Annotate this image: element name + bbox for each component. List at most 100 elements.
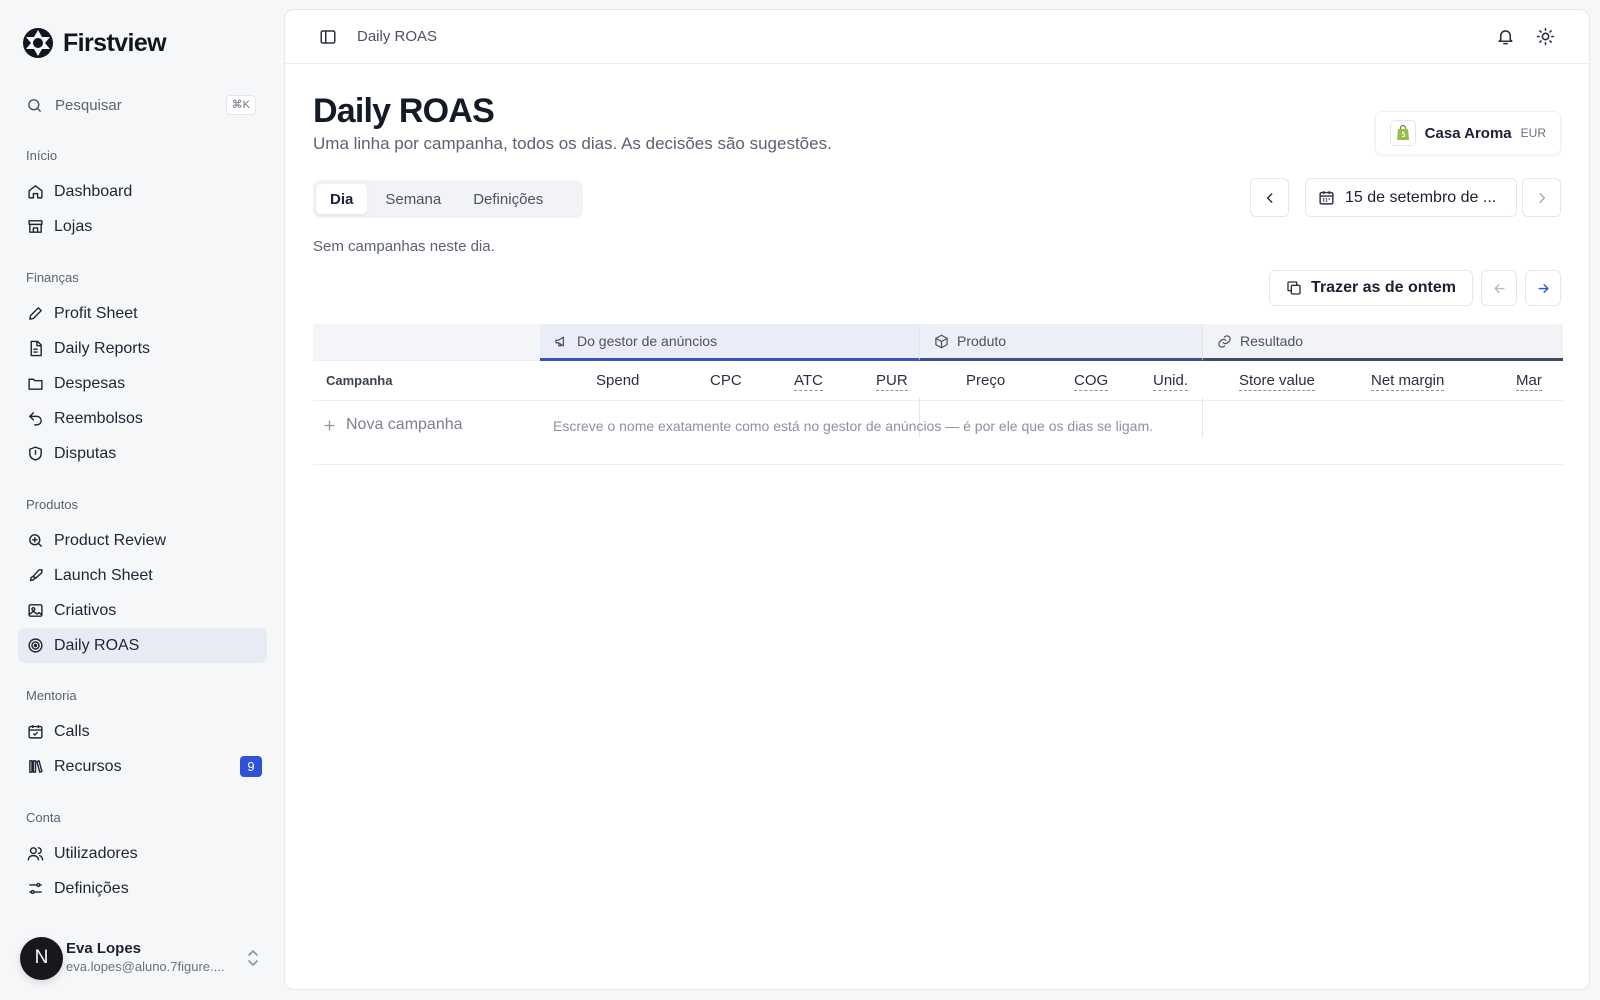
sidebar-item-daily-roas[interactable]: Daily ROAS — [18, 628, 267, 663]
user-email: eva.lopes@aluno.7figure.... — [66, 959, 225, 974]
library-icon — [26, 758, 44, 776]
next-day-button[interactable] — [1522, 178, 1561, 217]
arrow-right-icon — [1536, 281, 1551, 296]
copy-yesterday-button[interactable]: Trazer as de ontem — [1269, 270, 1473, 306]
pencil-icon — [26, 305, 44, 323]
store-name: Casa Aroma — [1424, 124, 1512, 142]
store-currency: EUR — [1520, 126, 1546, 140]
add-campaign-button[interactable]: Nova campanha — [323, 416, 463, 434]
column-header-campanha: Campanha — [326, 373, 393, 388]
scroll-left-button[interactable] — [1481, 270, 1517, 306]
folder-icon — [26, 375, 44, 393]
link-icon — [1217, 334, 1232, 349]
section-produtos: Produtos Product Review Launch Sheet Cri… — [18, 495, 267, 663]
calendar-icon — [26, 723, 44, 741]
section-mentoria: Mentoria Calls Recursos 9 — [18, 686, 267, 784]
section-label: Produtos — [26, 497, 79, 512]
column-header-label: Net margin — [1371, 372, 1445, 391]
tab-semana[interactable]: Semana — [371, 184, 455, 214]
group-header-ads: Do gestor de anúncios — [540, 324, 919, 361]
sidebar-item-launch-sheet[interactable]: Launch Sheet — [18, 558, 267, 593]
selected-date: 15 de setembro de ... — [1345, 188, 1497, 206]
main-panel: Daily ROAS Daily ROAS Uma linha por camp… — [284, 9, 1590, 990]
sidebar-item-daily-reports[interactable]: Daily Reports — [18, 331, 267, 366]
sidebar-item-dashboard[interactable]: Dashboard — [18, 174, 267, 209]
sidebar-item-label: Profit Sheet — [54, 304, 138, 322]
sidebar-item-label: Calls — [54, 722, 90, 740]
chevron-right-icon — [1535, 191, 1549, 205]
brand-name: Firstview — [63, 28, 167, 57]
table-group-header: Do gestor de anúncios Produto Resultado — [313, 324, 1563, 361]
breadcrumb: Daily ROAS — [357, 28, 438, 45]
sidebar-item-disputas[interactable]: Disputas — [18, 436, 267, 471]
column-header-spend: Spend — [596, 372, 640, 389]
search-icon — [26, 97, 43, 114]
campaign-table: Do gestor de anúncios Produto Resultado … — [313, 324, 1563, 465]
section-label: Conta — [26, 810, 61, 825]
search-button[interactable]: Pesquisar ⌘K — [26, 92, 256, 118]
sidebar-item-recursos[interactable]: Recursos 9 — [18, 749, 267, 784]
column-header-net-margin[interactable]: Net margin — [1371, 361, 1445, 401]
column-header-pur[interactable]: PUR — [876, 361, 908, 401]
calendar-icon — [1318, 189, 1335, 206]
rocket-icon — [26, 567, 44, 585]
column-header-label: Unid. — [1153, 372, 1189, 391]
section-inicio: Início Dashboard Lojas — [18, 146, 267, 244]
sidebar-item-product-review[interactable]: Product Review — [18, 523, 267, 558]
scroll-right-button[interactable] — [1525, 270, 1561, 306]
group-header-blank — [313, 324, 540, 361]
column-header-cpc: CPC — [710, 372, 742, 389]
store-selector[interactable]: Casa Aroma EUR — [1374, 111, 1561, 155]
column-header-label: COG — [1074, 372, 1109, 391]
group-label: Do gestor de anúncios — [577, 333, 718, 349]
image-icon — [26, 602, 44, 620]
date-picker[interactable]: 15 de setembro de ... — [1305, 178, 1517, 217]
sidebar-item-reembolsos[interactable]: Reembolsos — [18, 401, 267, 436]
sidebar-item-utilizadores[interactable]: Utilizadores — [18, 836, 267, 871]
bell-icon[interactable] — [1496, 27, 1515, 46]
table-column-header: Campanha Spend CPC ATC PUR Preço COG Uni… — [313, 361, 1563, 438]
sidebar-item-label: Reembolsos — [54, 409, 143, 427]
group-label: Resultado — [1240, 333, 1304, 349]
chevron-up-down-icon — [246, 949, 260, 967]
sidebar-item-lojas[interactable]: Lojas — [18, 209, 267, 244]
target-icon — [26, 637, 44, 655]
sidebar-toggle-icon[interactable] — [319, 28, 337, 46]
sidebar-item-label: Disputas — [54, 444, 117, 462]
sliders-icon — [26, 880, 44, 898]
column-header-label: ATC — [794, 372, 823, 391]
sidebar-item-label: Criativos — [54, 601, 117, 619]
column-header-atc[interactable]: ATC — [794, 361, 823, 401]
firstview-logo-icon — [22, 27, 54, 59]
user-menu[interactable]: N Eva Lopes eva.lopes@aluno.7figure.... — [20, 936, 260, 980]
sidebar-item-despesas[interactable]: Despesas — [18, 366, 267, 401]
section-label: Mentoria — [26, 688, 77, 703]
avatar: N — [20, 936, 63, 980]
tab-definicoes[interactable]: Definições — [459, 184, 557, 214]
users-icon — [26, 845, 44, 863]
column-header-unid[interactable]: Unid. — [1153, 361, 1189, 401]
column-header-cog[interactable]: COG — [1074, 361, 1109, 401]
section-label: Início — [26, 148, 58, 163]
megaphone-icon — [554, 334, 569, 349]
sidebar-item-label: Daily ROAS — [54, 636, 140, 654]
sidebar-item-calls[interactable]: Calls — [18, 714, 267, 749]
sidebar-item-definicoes[interactable]: Definições — [18, 871, 267, 906]
tab-dia[interactable]: Dia — [316, 184, 368, 214]
column-header-margin[interactable]: Mar — [1516, 361, 1542, 401]
column-header-label: Store value — [1239, 372, 1315, 391]
previous-day-button[interactable] — [1250, 178, 1289, 217]
sun-icon[interactable] — [1536, 27, 1555, 46]
sidebar-item-label: Launch Sheet — [54, 566, 153, 584]
group-header-product: Produto — [919, 324, 1202, 361]
box-icon — [934, 334, 949, 349]
sidebar-item-profit-sheet[interactable]: Profit Sheet — [18, 296, 267, 331]
table-row: Nova campanha Escreve o nome exatamente … — [313, 401, 1563, 453]
page-title: Daily ROAS — [313, 92, 495, 130]
campaign-name-hint: Escreve o nome exatamente como está no g… — [553, 418, 1154, 434]
page-subtitle: Uma linha por campanha, todos os dias. A… — [313, 134, 832, 153]
brand[interactable]: Firstview — [22, 26, 167, 60]
column-header-store-value[interactable]: Store value — [1239, 361, 1315, 401]
sidebar-item-criativos[interactable]: Criativos — [18, 593, 267, 628]
arrow-left-icon — [1492, 281, 1507, 296]
